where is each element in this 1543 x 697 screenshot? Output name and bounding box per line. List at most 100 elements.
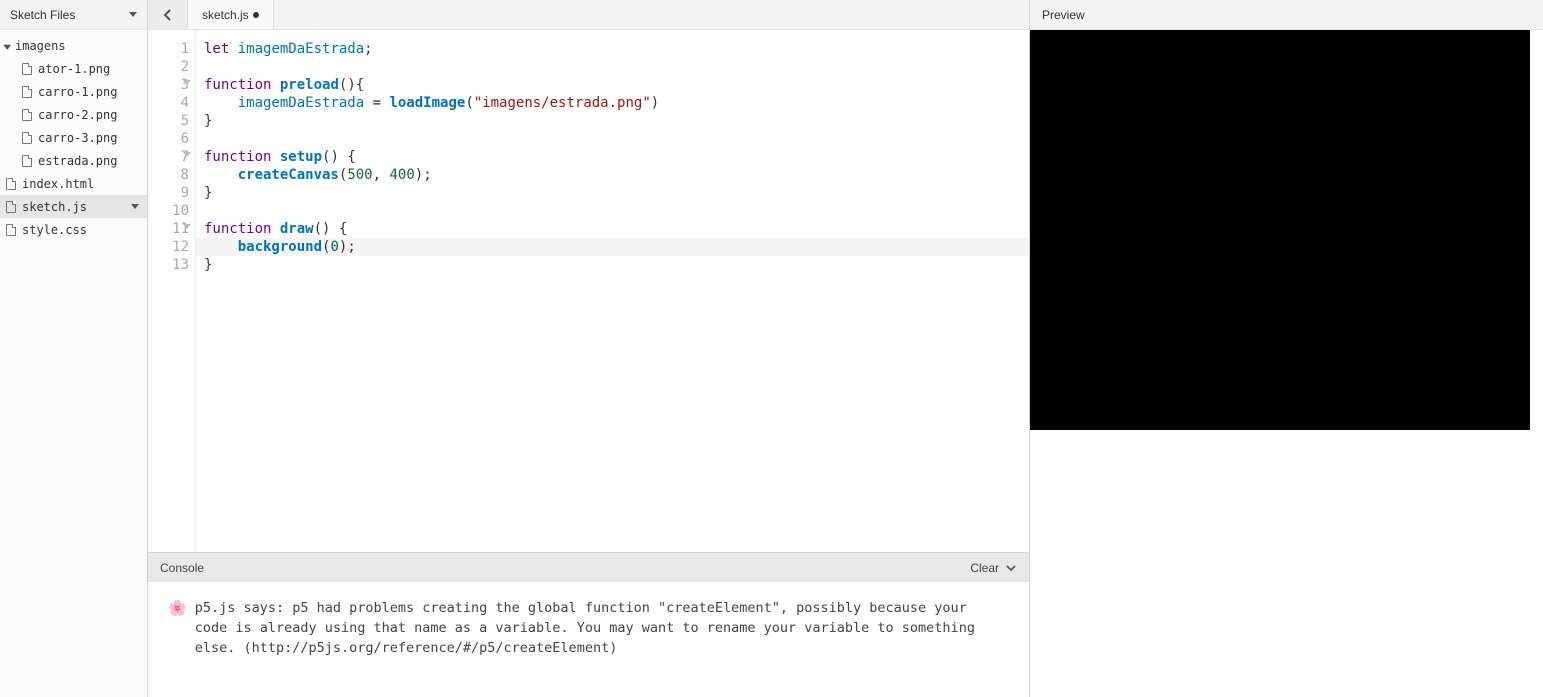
line-number: 6 — [148, 130, 189, 148]
line-number: 4 — [148, 94, 189, 112]
preview-title: Preview — [1042, 8, 1085, 22]
token-kw: function — [204, 77, 271, 93]
code-line[interactable]: function preload(){ — [204, 76, 1021, 94]
token-ident: imagemDaEstrada — [238, 41, 364, 57]
token-p — [271, 77, 279, 93]
file-icon — [6, 201, 16, 213]
editor-column: sketch.js 12345678910111213 let imagemDa… — [148, 0, 1029, 697]
token-fn: preload — [280, 77, 339, 93]
sidebar: Sketch Files imagens ator-1.png carro-1.pn… — [0, 0, 148, 697]
token-fn: draw — [280, 221, 314, 237]
token-p: } — [204, 257, 212, 273]
folder-label: imagens — [15, 39, 66, 53]
code-content[interactable]: let imagemDaEstrada; function preload(){… — [196, 30, 1029, 552]
file-label: sketch.js — [22, 200, 87, 214]
file-index-html[interactable]: index.html — [0, 172, 147, 195]
token-kw: function — [204, 221, 271, 237]
sidebar-header[interactable]: Sketch Files — [0, 0, 147, 30]
token-str: "imagens/estrada.png" — [474, 95, 651, 111]
chevron-left-icon — [162, 9, 174, 21]
token-p: () { — [322, 149, 356, 165]
console-text: p5.js says: p5 had problems creating the… — [195, 598, 1005, 658]
token-p: , — [373, 167, 390, 183]
file-label: carro-1.png — [38, 85, 117, 99]
file-ator-1-png[interactable]: ator-1.png — [0, 57, 147, 80]
fold-icon[interactable] — [183, 152, 191, 157]
file-carro-3-png[interactable]: carro-3.png — [0, 126, 147, 149]
code-line[interactable]: imagemDaEstrada = loadImage("imagens/est… — [204, 94, 1021, 112]
file-estrada-png[interactable]: estrada.png — [0, 149, 147, 172]
token-kw: function — [204, 149, 271, 165]
console-message: 🌸 p5.js says: p5 had problems creating t… — [168, 598, 1009, 658]
token-ident: imagemDaEstrada — [238, 95, 364, 111]
line-number: 9 — [148, 184, 189, 202]
token-p — [271, 149, 279, 165]
file-label: carro-3.png — [38, 131, 117, 145]
token-p — [204, 95, 238, 111]
code-line[interactable]: } — [204, 184, 1021, 202]
file-icon — [6, 224, 16, 236]
folder-imagens[interactable]: imagens — [0, 34, 147, 57]
caret-down-icon[interactable] — [129, 12, 137, 17]
console-body[interactable]: 🌸 p5.js says: p5 had problems creating t… — [148, 582, 1029, 697]
token-p: ( — [465, 95, 473, 111]
console-title: Console — [160, 561, 204, 575]
line-number: 13 — [148, 256, 189, 274]
sidebar-title: Sketch Files — [10, 8, 75, 22]
file-style-css[interactable]: style.css — [0, 218, 147, 241]
token-p: () { — [314, 221, 348, 237]
code-line[interactable]: createCanvas(500, 400); — [204, 166, 1021, 184]
fold-icon[interactable] — [183, 224, 191, 229]
code-line[interactable]: } — [204, 256, 1021, 274]
file-carro-1-png[interactable]: carro-1.png — [0, 80, 147, 103]
preview-body — [1030, 30, 1543, 697]
code-line[interactable] — [204, 202, 1021, 220]
file-icon — [6, 178, 16, 190]
app-root: Sketch Files imagens ator-1.png carro-1.pn… — [0, 0, 1543, 697]
caret-down-icon[interactable] — [131, 204, 139, 209]
file-carro-2-png[interactable]: carro-2.png — [0, 103, 147, 126]
token-p: } — [204, 185, 212, 201]
line-number: 1 — [148, 40, 189, 58]
token-num: 400 — [389, 167, 414, 183]
token-fn: loadImage — [389, 95, 465, 111]
line-number: 3 — [148, 76, 189, 94]
token-p: ); — [415, 167, 432, 183]
fold-icon[interactable] — [183, 80, 191, 85]
code-line[interactable]: function setup() { — [204, 148, 1021, 166]
token-p: ); — [339, 239, 356, 255]
file-icon — [22, 155, 32, 167]
code-line[interactable]: } — [204, 112, 1021, 130]
console-clear-button[interactable]: Clear — [970, 561, 1017, 575]
file-sketch-js[interactable]: sketch.js — [0, 195, 147, 218]
token-p: (){ — [339, 77, 364, 93]
flower-icon: 🌸 — [168, 598, 187, 658]
file-label: index.html — [22, 177, 94, 191]
file-label: ator-1.png — [38, 62, 110, 76]
dirty-indicator-icon — [253, 12, 259, 18]
code-line[interactable]: let imagemDaEstrada; — [204, 40, 1021, 58]
token-p — [271, 221, 279, 237]
line-number: 5 — [148, 112, 189, 130]
token-kw: let — [204, 41, 229, 57]
line-number: 10 — [148, 202, 189, 220]
file-label: carro-2.png — [38, 108, 117, 122]
preview-canvas[interactable] — [1030, 30, 1530, 430]
token-p: = — [364, 95, 389, 111]
tab-sketch-js[interactable]: sketch.js — [188, 0, 274, 29]
line-number: 7 — [148, 148, 189, 166]
token-p: ; — [364, 41, 372, 57]
line-number: 8 — [148, 166, 189, 184]
code-line[interactable]: function draw() { — [204, 220, 1021, 238]
line-number: 12 — [148, 238, 189, 256]
token-p — [229, 41, 237, 57]
editor-tabs: sketch.js — [148, 0, 1029, 30]
clear-label: Clear — [970, 561, 999, 575]
file-tree: imagens ator-1.png carro-1.png carro-2.png c… — [0, 30, 147, 245]
code-editor[interactable]: 12345678910111213 let imagemDaEstrada; f… — [148, 30, 1029, 552]
code-line[interactable] — [204, 130, 1021, 148]
file-icon — [22, 132, 32, 144]
code-line[interactable] — [204, 58, 1021, 76]
token-num: 500 — [347, 167, 372, 183]
back-button[interactable] — [148, 0, 188, 29]
